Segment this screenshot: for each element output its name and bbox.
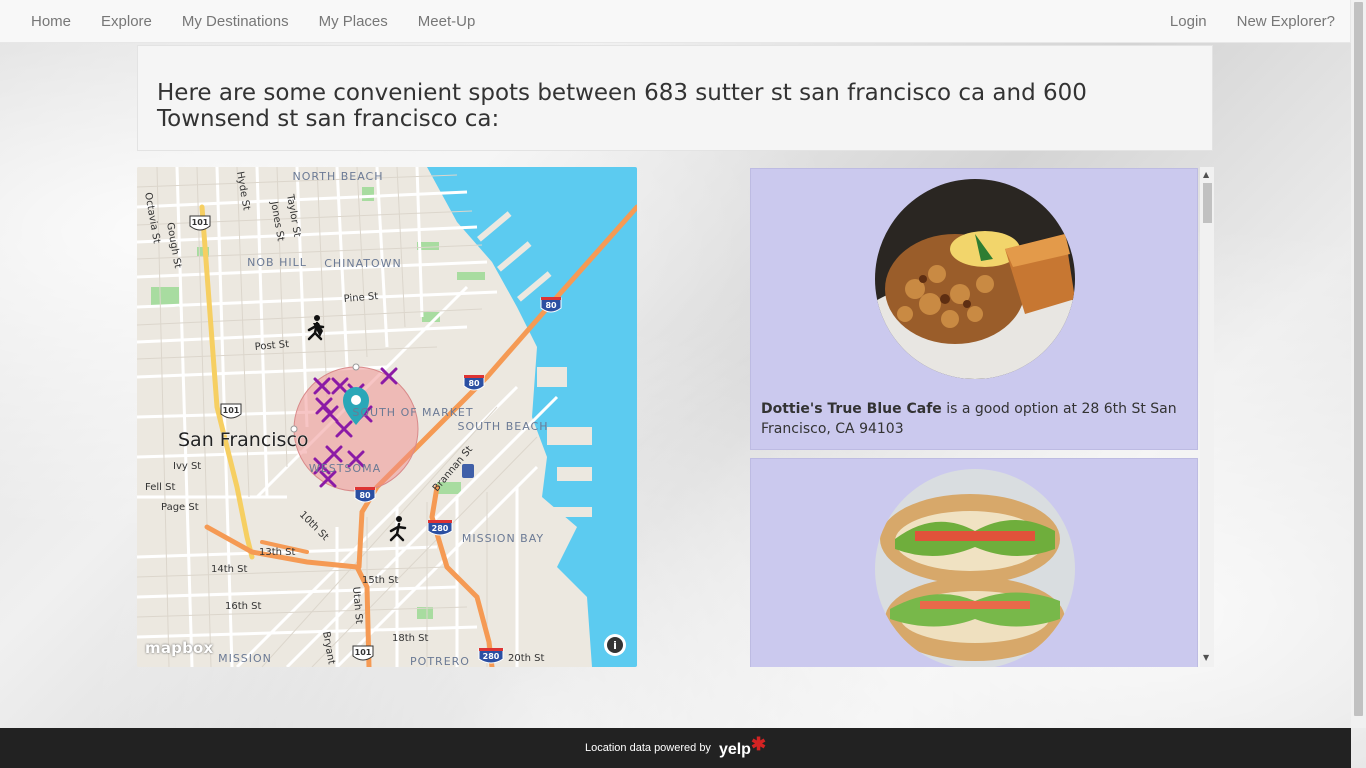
result-photo[interactable] <box>875 469 1075 667</box>
results-scrollbar-thumb[interactable] <box>1203 183 1212 223</box>
shield-80-b: 80 <box>468 379 480 388</box>
results-list[interactable]: Dottie's True Blue Cafe is a good option… <box>749 167 1214 667</box>
result-description: Dottie's True Blue Cafe is a good option… <box>761 399 1181 439</box>
info-icon: i <box>607 637 623 653</box>
label-south-beach: SOUTH BEACH <box>458 420 549 433</box>
nav-new-explorer-link[interactable]: New Explorer? <box>1222 13 1350 30</box>
top-navbar: Home Explore My Destinations My Places M… <box>0 0 1351 43</box>
label-16th-st: 16th St <box>225 601 262 612</box>
page-scrollbar-thumb[interactable] <box>1354 2 1363 716</box>
nav-left-group: Home Explore My Destinations My Places M… <box>16 0 490 43</box>
shield-80-a: 80 <box>545 301 557 310</box>
shield-80-c: 80 <box>359 491 371 500</box>
result-photo[interactable] <box>875 179 1075 379</box>
nav-home-link[interactable]: Home <box>16 13 86 30</box>
label-potrero: POTRERO <box>410 655 470 667</box>
label-18th-st: 18th St <box>392 633 429 644</box>
map-info-button[interactable]: i <box>604 634 626 656</box>
label-westsoma: WESTSOMA <box>309 462 381 475</box>
results-scrollbar[interactable]: ▲ ▼ <box>1200 167 1214 667</box>
yelp-logo-text: yelp <box>718 740 751 758</box>
label-chinatown: CHINATOWN <box>324 257 402 270</box>
label-13th-st: 13th St <box>259 547 296 558</box>
footer-attribution: Location data powered by <box>584 742 711 754</box>
result-card[interactable] <box>750 458 1198 667</box>
label-mission-bay: MISSION BAY <box>462 532 544 545</box>
yelp-logo[interactable]: yelp✱ <box>718 734 766 759</box>
label-nob-hill: NOB HILL <box>247 256 307 269</box>
nav-my-destinations-link[interactable]: My Destinations <box>167 13 304 30</box>
results-heading-box: Here are some convenient spots between 6… <box>137 45 1213 151</box>
label-15th-st: 15th St <box>362 575 399 586</box>
label-14th-st: 14th St <box>211 564 248 575</box>
scroll-down-icon[interactable]: ▼ <box>1203 653 1209 662</box>
label-20th-st: 20th St <box>508 653 545 664</box>
page-title: Here are some convenient spots between 6… <box>157 80 1087 132</box>
nav-meet-up-link[interactable]: Meet-Up <box>403 13 491 30</box>
shield-280-a: 280 <box>432 524 449 533</box>
shield-280-b: 280 <box>483 652 500 661</box>
map-canvas[interactable]: 101 80 80 101 80 280 101 280 NORTH BEACH… <box>137 167 637 667</box>
result-card[interactable]: Dottie's True Blue Cafe is a good option… <box>750 168 1198 450</box>
nav-explore-link[interactable]: Explore <box>86 13 167 30</box>
map-view[interactable]: 101 80 80 101 80 280 101 280 NORTH BEACH… <box>137 167 637 667</box>
shield-101-b: 101 <box>223 406 240 415</box>
label-fell-st: Fell St <box>145 482 175 493</box>
shield-101-c: 101 <box>355 648 372 657</box>
yelp-burst-icon: ✱ <box>750 733 767 754</box>
result-name[interactable]: Dottie's True Blue Cafe <box>761 401 942 417</box>
label-ivy-st: Ivy St <box>173 461 201 472</box>
shield-101-a: 101 <box>192 218 209 227</box>
nav-login-link[interactable]: Login <box>1155 13 1222 30</box>
scroll-up-icon[interactable]: ▲ <box>1203 170 1209 179</box>
mapbox-logo[interactable]: mapbox <box>145 639 213 657</box>
footer: Location data powered by yelp✱ <box>0 728 1351 768</box>
label-north-beach: NORTH BEACH <box>293 170 384 183</box>
label-mission: MISSION <box>218 652 272 665</box>
nav-my-places-link[interactable]: My Places <box>304 13 403 30</box>
page-scrollbar[interactable] <box>1351 0 1366 728</box>
nav-right-group: Login New Explorer? <box>1155 0 1350 43</box>
city-label: San Francisco <box>178 429 309 451</box>
label-page-st: Page St <box>161 502 199 513</box>
label-south-of-market: SOUTH OF MARKET <box>352 406 473 419</box>
